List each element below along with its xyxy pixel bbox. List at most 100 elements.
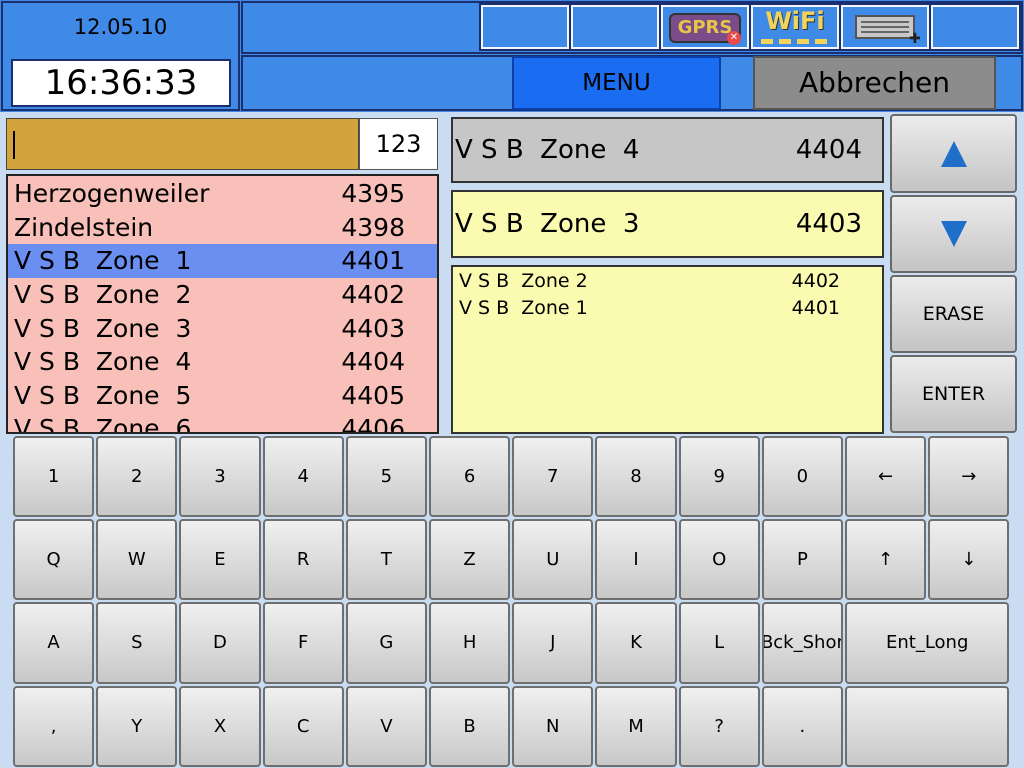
key-row1-8[interactable]: 9	[678, 436, 760, 518]
list-item[interactable]: Herzogenweiler 4395	[8, 177, 437, 211]
list-item-name: V S B Zone 6	[14, 414, 192, 434]
list-item-code: 4398	[341, 212, 405, 242]
list-item[interactable]: Zindelstein 4398	[8, 211, 437, 245]
list-item[interactable]: V S B Zone 5 4405	[8, 379, 437, 413]
key-row2-2[interactable]: E	[179, 519, 261, 601]
search-input[interactable]	[6, 118, 359, 170]
key-row2-5[interactable]: Z	[429, 519, 511, 601]
history-item-name: V S B Zone 1	[459, 297, 588, 319]
plus-icon: ✚	[909, 31, 921, 47]
key-row2-7[interactable]: I	[595, 519, 677, 601]
key-row4-1[interactable]: Y	[96, 685, 178, 767]
key-row1-9[interactable]: 0	[761, 436, 843, 518]
key-row3-8[interactable]: L	[678, 602, 760, 684]
key-row4-5[interactable]: B	[429, 685, 511, 767]
status-slot-1	[479, 3, 571, 51]
key-row2-0[interactable]: Q	[13, 519, 95, 601]
history-box: V S B Zone 2 4402 V S B Zone 1 4401	[451, 265, 884, 434]
erase-button[interactable]: ERASE	[890, 275, 1017, 353]
enter-button[interactable]: ENTER	[890, 355, 1017, 433]
current-item-name: V S B Zone 3	[455, 209, 640, 239]
list-item[interactable]: V S B Zone 2 4402	[8, 278, 437, 312]
current-item-box: V S B Zone 3 4403	[451, 190, 884, 258]
history-item-name: V S B Zone 2	[459, 270, 588, 292]
list-item-name: V S B Zone 5	[14, 380, 192, 410]
list-item[interactable]: V S B Zone 6 4406	[8, 412, 437, 434]
list-item-name: V S B Zone 1	[14, 246, 192, 276]
key-row4-9[interactable]: .	[761, 685, 843, 767]
keyboard-status-slot: ✚	[839, 3, 931, 51]
keyboard: 1 2 3 4 5 6 7 8 9 0 ← → Q W E R T Z U I O P ↑ ↓ A S D F G H J K L Bck_Sho…	[0, 434, 1024, 768]
key-row4-3[interactable]: C	[262, 685, 344, 767]
key-row1-5[interactable]: 6	[429, 436, 511, 518]
key-row1-6[interactable]: 7	[512, 436, 594, 518]
arrow-up-icon	[940, 140, 967, 167]
key-row4-8[interactable]: ?	[678, 685, 760, 767]
history-item: V S B Zone 2 4402	[453, 268, 882, 295]
list-item-name: V S B Zone 2	[14, 280, 192, 310]
wifi-bar-4	[815, 39, 827, 44]
clock-display: 16:36:33	[11, 59, 231, 107]
key-row3-10[interactable]: Ent_Long	[845, 602, 1010, 684]
wifi-bar-1	[761, 39, 773, 44]
key-row4-10[interactable]	[845, 685, 1010, 767]
history-item-code: 4402	[791, 270, 840, 292]
wifi-bar-2	[779, 39, 791, 44]
key-row3-3[interactable]: F	[262, 602, 344, 684]
key-row2-4[interactable]: T	[345, 519, 427, 601]
scroll-up-button[interactable]	[890, 114, 1017, 193]
current-item-code: 4403	[795, 209, 862, 239]
key-row1-4[interactable]: 5	[345, 436, 427, 518]
list-item-code: 4402	[341, 280, 405, 310]
list-item-name: V S B Zone 3	[14, 313, 192, 343]
wifi-bar-3	[797, 39, 809, 44]
key-row2-11[interactable]: ↓	[928, 519, 1010, 601]
next-item-box: V S B Zone 4 4404	[451, 117, 884, 183]
text-caret	[13, 131, 15, 159]
list-item-code: 4403	[341, 313, 405, 343]
key-row3-4[interactable]: G	[345, 602, 427, 684]
key-row1-3[interactable]: 4	[262, 436, 344, 518]
key-row2-3[interactable]: R	[262, 519, 344, 601]
key-row2-8[interactable]: O	[678, 519, 760, 601]
key-row2-1[interactable]: W	[96, 519, 178, 601]
list-item[interactable]: V S B Zone 1 4401	[8, 244, 437, 278]
list-item-code: 4405	[341, 380, 405, 410]
key-row4-2[interactable]: X	[179, 685, 261, 767]
key-row1-11[interactable]: →	[928, 436, 1010, 518]
key-row4-6[interactable]: N	[512, 685, 594, 767]
date-label: 12.05.10	[73, 15, 168, 39]
key-row2-10[interactable]: ↑	[845, 519, 927, 601]
key-row3-1[interactable]: S	[96, 602, 178, 684]
list-item-code: 4406	[341, 414, 405, 434]
list-item-name: V S B Zone 4	[14, 347, 192, 377]
scroll-down-button[interactable]	[890, 195, 1017, 273]
status-slot-6	[929, 3, 1021, 51]
key-row1-7[interactable]: 8	[595, 436, 677, 518]
key-row3-9[interactable]: Bck_Shor	[761, 602, 843, 684]
cancel-button[interactable]: Abbrechen	[753, 56, 996, 110]
key-row4-4[interactable]: V	[345, 685, 427, 767]
history-item-code: 4401	[791, 297, 840, 319]
key-row1-2[interactable]: 3	[179, 436, 261, 518]
key-row3-5[interactable]: H	[429, 602, 511, 684]
list-item[interactable]: V S B Zone 3 4403	[8, 311, 437, 345]
key-row3-2[interactable]: D	[179, 602, 261, 684]
list-item[interactable]: V S B Zone 4 4404	[8, 345, 437, 379]
status-slot-2	[569, 3, 661, 51]
key-row2-9[interactable]: P	[761, 519, 843, 601]
menu-button[interactable]: MENU	[512, 56, 721, 110]
key-row1-0[interactable]: 1	[13, 436, 95, 518]
key-row1-1[interactable]: 2	[96, 436, 178, 518]
key-row3-6[interactable]: J	[512, 602, 594, 684]
location-list: Herzogenweiler 4395 Zindelstein 4398 V S B Z…	[6, 174, 439, 434]
key-row3-0[interactable]: A	[13, 602, 95, 684]
key-row2-6[interactable]: U	[512, 519, 594, 601]
key-row4-7[interactable]: M	[595, 685, 677, 767]
list-item-code: 4401	[341, 246, 405, 276]
datetime-panel: 12.05.10 16:36:33	[1, 1, 240, 111]
key-row4-0[interactable]: ,	[13, 685, 95, 767]
list-item-name: Herzogenweiler	[14, 179, 210, 209]
key-row1-10[interactable]: ←	[845, 436, 927, 518]
key-row3-7[interactable]: K	[595, 602, 677, 684]
